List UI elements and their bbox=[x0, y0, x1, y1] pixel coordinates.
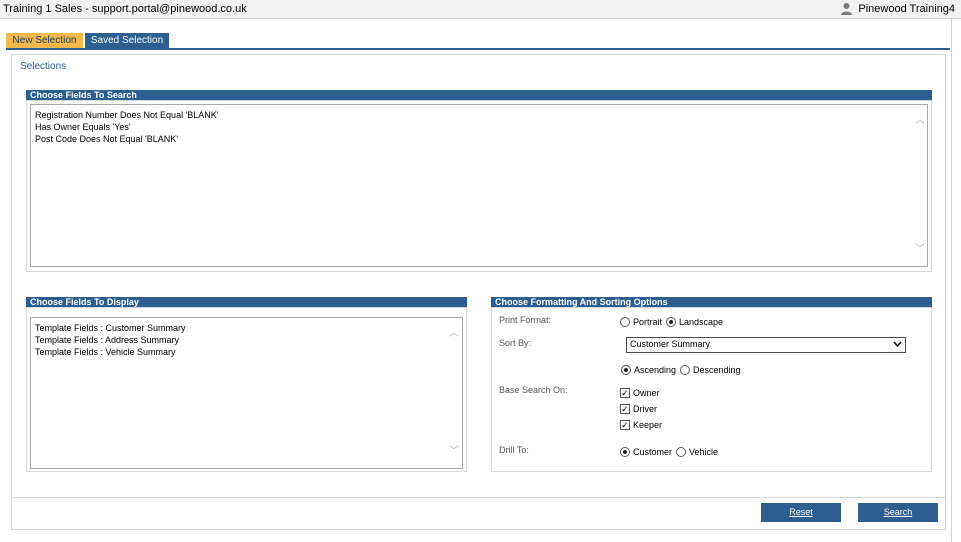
display-fields-panel: Template Fields : Customer Summary Templ… bbox=[26, 307, 467, 472]
vehicle-label: Vehicle bbox=[689, 447, 719, 457]
sort-by-select[interactable]: Customer Summary bbox=[626, 337, 906, 353]
landscape-label: Landscape bbox=[679, 317, 724, 327]
sort-by-label: Sort By: bbox=[499, 338, 532, 348]
sort-by-value: Customer Summary bbox=[630, 339, 711, 349]
ascending-label: Ascending bbox=[634, 365, 677, 375]
options-panel: Print Format: Portrait Landscape Sort By… bbox=[491, 307, 932, 472]
portrait-radio[interactable] bbox=[620, 317, 630, 327]
display-fields-header: Choose Fields To Display bbox=[26, 297, 467, 307]
scroll-down-icon[interactable]: ﹀ bbox=[915, 245, 925, 255]
base-search-label: Base Search On: bbox=[499, 385, 568, 395]
driver-checkbox[interactable]: ✓ bbox=[620, 404, 630, 414]
ascending-radio[interactable] bbox=[621, 365, 631, 375]
display-fields-list[interactable]: Template Fields : Customer Summary Templ… bbox=[30, 317, 463, 469]
customer-radio[interactable] bbox=[620, 447, 630, 457]
search-criteria-line[interactable]: Registration Number Does Not Equal 'BLAN… bbox=[35, 109, 923, 121]
title-bar: Training 1 Sales - support.portal@pinewo… bbox=[0, 0, 961, 19]
print-format-options: Portrait Landscape bbox=[620, 317, 723, 327]
search-fields-panel: Registration Number Does Not Equal 'BLAN… bbox=[26, 100, 932, 272]
sort-order-options: Ascending Descending bbox=[621, 365, 741, 375]
user-menu[interactable]: Pinewood Training4 bbox=[840, 2, 955, 15]
window-title: Training 1 Sales - support.portal@pinewo… bbox=[3, 3, 247, 15]
owner-label: Owner bbox=[633, 388, 660, 398]
keeper-option: ✓ Keeper bbox=[620, 420, 662, 430]
search-fields-list[interactable]: Registration Number Does Not Equal 'BLAN… bbox=[30, 104, 928, 267]
driver-label: Driver bbox=[633, 404, 657, 414]
portrait-label: Portrait bbox=[633, 317, 663, 327]
scroll-up-icon[interactable]: ︿ bbox=[449, 329, 459, 339]
search-button[interactable]: Search bbox=[858, 503, 938, 522]
descending-label: Descending bbox=[693, 365, 741, 375]
owner-option: ✓ Owner bbox=[620, 388, 660, 398]
descending-radio[interactable] bbox=[680, 365, 691, 375]
user-name: Pinewood Training4 bbox=[858, 2, 955, 15]
search-criteria-line[interactable]: Post Code Does Not Equal 'BLANK' bbox=[35, 133, 923, 145]
footer-divider bbox=[12, 497, 945, 498]
owner-checkbox[interactable]: ✓ bbox=[620, 388, 630, 398]
user-icon bbox=[841, 3, 853, 15]
tab-saved-selection[interactable]: Saved Selection bbox=[85, 33, 169, 49]
search-criteria-line[interactable]: Has Owner Equals 'Yes' bbox=[35, 121, 923, 133]
display-field-line[interactable]: Template Fields : Customer Summary bbox=[35, 322, 458, 334]
landscape-radio[interactable] bbox=[666, 317, 677, 327]
options-header: Choose Formatting And Sorting Options bbox=[491, 297, 932, 307]
tab-new-selection[interactable]: New Selection bbox=[6, 33, 83, 49]
selections-panel: Selections Choose Fields To Search Regis… bbox=[11, 54, 946, 530]
chevron-down-icon bbox=[893, 339, 902, 352]
keeper-label: Keeper bbox=[633, 420, 663, 430]
scroll-down-icon[interactable]: ﹀ bbox=[449, 447, 459, 457]
customer-label: Customer bbox=[633, 447, 673, 457]
selections-heading: Selections bbox=[20, 61, 67, 72]
drill-to-label: Drill To: bbox=[499, 445, 529, 455]
display-field-line[interactable]: Template Fields : Address Summary bbox=[35, 334, 458, 346]
search-fields-header: Choose Fields To Search bbox=[26, 90, 932, 100]
driver-option: ✓ Driver bbox=[620, 404, 657, 414]
print-format-label: Print Format: bbox=[499, 315, 552, 325]
reset-button[interactable]: Reset bbox=[761, 503, 841, 522]
display-field-line[interactable]: Template Fields : Vehicle Summary bbox=[35, 346, 458, 358]
drill-to-options: Customer Vehicle bbox=[620, 447, 718, 457]
window-edge bbox=[951, 19, 952, 542]
scroll-up-icon[interactable]: ︿ bbox=[915, 116, 925, 126]
vehicle-radio[interactable] bbox=[676, 447, 687, 457]
keeper-checkbox[interactable]: ✓ bbox=[620, 420, 630, 430]
tab-underline bbox=[6, 48, 950, 50]
